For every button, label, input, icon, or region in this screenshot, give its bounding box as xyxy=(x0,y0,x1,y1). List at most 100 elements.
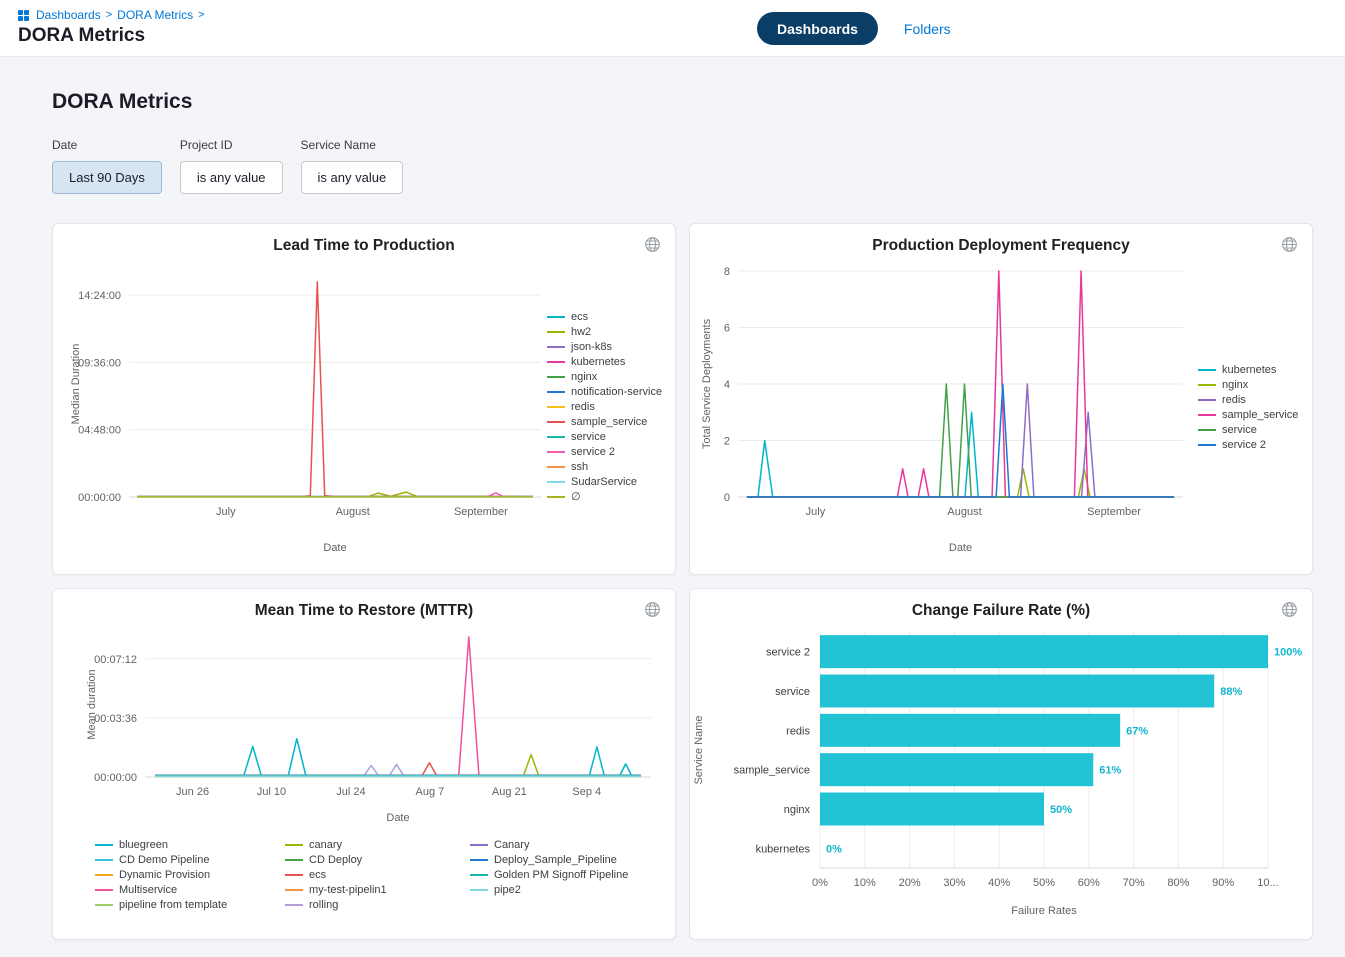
legend-item-canary[interactable]: canary xyxy=(285,839,470,851)
y-axis-label: Mean duration xyxy=(86,669,98,739)
legend-item-my-test-pipelin1[interactable]: my-test-pipelin1 xyxy=(285,884,470,896)
x-tick-label: 60% xyxy=(1078,877,1100,889)
x-axis-label: Failure Rates xyxy=(1011,905,1077,917)
breadcrumb-dashboards-link[interactable]: Dashboards xyxy=(36,8,101,22)
legend-swatch xyxy=(470,889,488,891)
filter-service-name-value[interactable]: is any value xyxy=(301,161,404,194)
legend-item-∅[interactable]: ∅ xyxy=(547,491,675,503)
legend-label: Golden PM Signoff Pipeline xyxy=(494,869,628,881)
tab-dashboards[interactable]: Dashboards xyxy=(757,12,878,45)
globe-icon[interactable] xyxy=(1279,234,1300,258)
legend-item-sample_service[interactable]: sample_service xyxy=(1198,409,1312,421)
category-label: redis xyxy=(786,725,810,737)
legend-swatch xyxy=(285,874,303,876)
legend-column: bluegreen CD Demo Pipeline Dynamic Provisi… xyxy=(95,839,285,911)
filter-date: Date Last 90 Days xyxy=(52,138,162,194)
series-canary xyxy=(155,755,641,776)
x-tick-label: 90% xyxy=(1212,877,1234,889)
bar-nginx[interactable] xyxy=(820,793,1044,826)
tab-folders[interactable]: Folders xyxy=(904,21,951,37)
y-tick-label: 6 xyxy=(724,323,730,335)
legend-item-json-k8s[interactable]: json-k8s xyxy=(547,341,675,353)
x-axis-label: Date xyxy=(949,542,972,554)
legend-item-nginx[interactable]: nginx xyxy=(547,371,675,383)
legend-item-pipeline-from-template[interactable]: pipeline from template xyxy=(95,899,285,911)
legend-item-rolling[interactable]: rolling xyxy=(285,899,470,911)
legend-item-kubernetes[interactable]: kubernetes xyxy=(547,356,675,368)
x-tick-label: 0% xyxy=(812,877,828,889)
breadcrumb-dora-metrics-link[interactable]: DORA Metrics xyxy=(117,8,193,22)
bar-redis[interactable] xyxy=(820,714,1120,747)
legend-swatch xyxy=(547,466,565,468)
legend-item-kubernetes[interactable]: kubernetes xyxy=(1198,364,1312,376)
legend-item-cd-demo-pipeline[interactable]: CD Demo Pipeline xyxy=(95,854,285,866)
legend-swatch xyxy=(95,874,113,876)
legend-swatch xyxy=(470,874,488,876)
page-title: DORA Metrics xyxy=(52,57,1313,114)
globe-icon[interactable] xyxy=(642,234,663,258)
legend-swatch xyxy=(547,496,565,498)
legend-item-nginx[interactable]: nginx xyxy=(1198,379,1312,391)
legend-item-redis[interactable]: redis xyxy=(547,401,675,413)
dashboards-grid-icon[interactable] xyxy=(18,10,29,21)
bar-service[interactable] xyxy=(820,675,1214,708)
legend-swatch xyxy=(547,406,565,408)
legend-label: Multiservice xyxy=(119,884,177,896)
series-sample_service xyxy=(137,282,533,497)
legend-item-bluegreen[interactable]: bluegreen xyxy=(95,839,285,851)
x-tick-label: Jul 10 xyxy=(257,786,286,798)
legend-label: ecs xyxy=(309,869,326,881)
y-tick-label: 00:00:00 xyxy=(94,772,137,784)
change-failure-rate-bar-chart: 0%10%20%30%40%50%60%70%80%90%10...servic… xyxy=(690,622,1312,920)
legend-label: hw2 xyxy=(571,326,591,338)
legend-item-service-2[interactable]: service 2 xyxy=(1198,439,1312,451)
legend-item-ssh[interactable]: ssh xyxy=(547,461,675,473)
card-lead-time-to-production: Lead Time to Production 00:00:0004:48:00… xyxy=(52,223,676,575)
legend-swatch xyxy=(547,451,565,453)
legend-item-multiservice[interactable]: Multiservice xyxy=(95,884,285,896)
legend-item-service-2[interactable]: service 2 xyxy=(547,446,675,458)
bar-sample_service[interactable] xyxy=(820,753,1093,786)
dashboard-main: DORA Metrics Date Last 90 Days Project I… xyxy=(0,57,1345,956)
legend-swatch xyxy=(1198,444,1216,446)
legend-item-sample_service[interactable]: sample_service xyxy=(547,416,675,428)
legend-swatch xyxy=(285,889,303,891)
filter-date-value[interactable]: Last 90 Days xyxy=(52,161,162,194)
legend-item-notification-service[interactable]: notification-service xyxy=(547,386,675,398)
legend-item-canary[interactable]: Canary xyxy=(470,839,660,851)
globe-icon[interactable] xyxy=(642,599,663,623)
legend-item-hw2[interactable]: hw2 xyxy=(547,326,675,338)
globe-icon[interactable] xyxy=(1279,599,1300,623)
lead-time-line-chart: 00:00:0004:48:0009:36:0014:24:00JulyAugu… xyxy=(67,257,547,557)
legend-item-sudarservice[interactable]: SudarService xyxy=(547,476,675,488)
value-label: 61% xyxy=(1099,765,1121,777)
legend-swatch xyxy=(1198,369,1216,371)
legend-item-ecs[interactable]: ecs xyxy=(547,311,675,323)
legend-swatch xyxy=(547,481,565,483)
x-tick-label: 20% xyxy=(899,877,921,889)
legend-item-service[interactable]: service xyxy=(1198,424,1312,436)
legend-label: ssh xyxy=(571,461,588,473)
filter-project-id-value[interactable]: is any value xyxy=(180,161,283,194)
bar-service 2[interactable] xyxy=(820,635,1268,668)
card-mean-time-to-restore: Mean Time to Restore (MTTR) 00:00:0000:0… xyxy=(52,588,676,940)
legend-item-redis[interactable]: redis xyxy=(1198,394,1312,406)
legend-item-dynamic-provision[interactable]: Dynamic Provision xyxy=(95,869,285,881)
legend-item-cd-deploy[interactable]: CD Deploy xyxy=(285,854,470,866)
x-tick-label: 10... xyxy=(1257,877,1278,889)
legend-item-golden-pm-signoff-pipeline[interactable]: Golden PM Signoff Pipeline xyxy=(470,869,660,881)
series-Multiservice xyxy=(155,637,641,776)
legend-swatch xyxy=(547,376,565,378)
legend-item-ecs[interactable]: ecs xyxy=(285,869,470,881)
value-label: 0% xyxy=(826,843,842,855)
legend-item-deploy_sample_pipeline[interactable]: Deploy_Sample_Pipeline xyxy=(470,854,660,866)
x-tick-label: 70% xyxy=(1123,877,1145,889)
legend-item-service[interactable]: service xyxy=(547,431,675,443)
legend-label: service 2 xyxy=(1222,439,1266,451)
series-ecs xyxy=(155,763,641,776)
card-production-deployment-frequency: Production Deployment Frequency 02468Jul… xyxy=(689,223,1313,575)
filter-project-id: Project ID is any value xyxy=(180,138,283,194)
legend-swatch xyxy=(285,844,303,846)
series-bluegreen xyxy=(155,739,641,776)
legend-item-pipe2[interactable]: pipe2 xyxy=(470,884,660,896)
